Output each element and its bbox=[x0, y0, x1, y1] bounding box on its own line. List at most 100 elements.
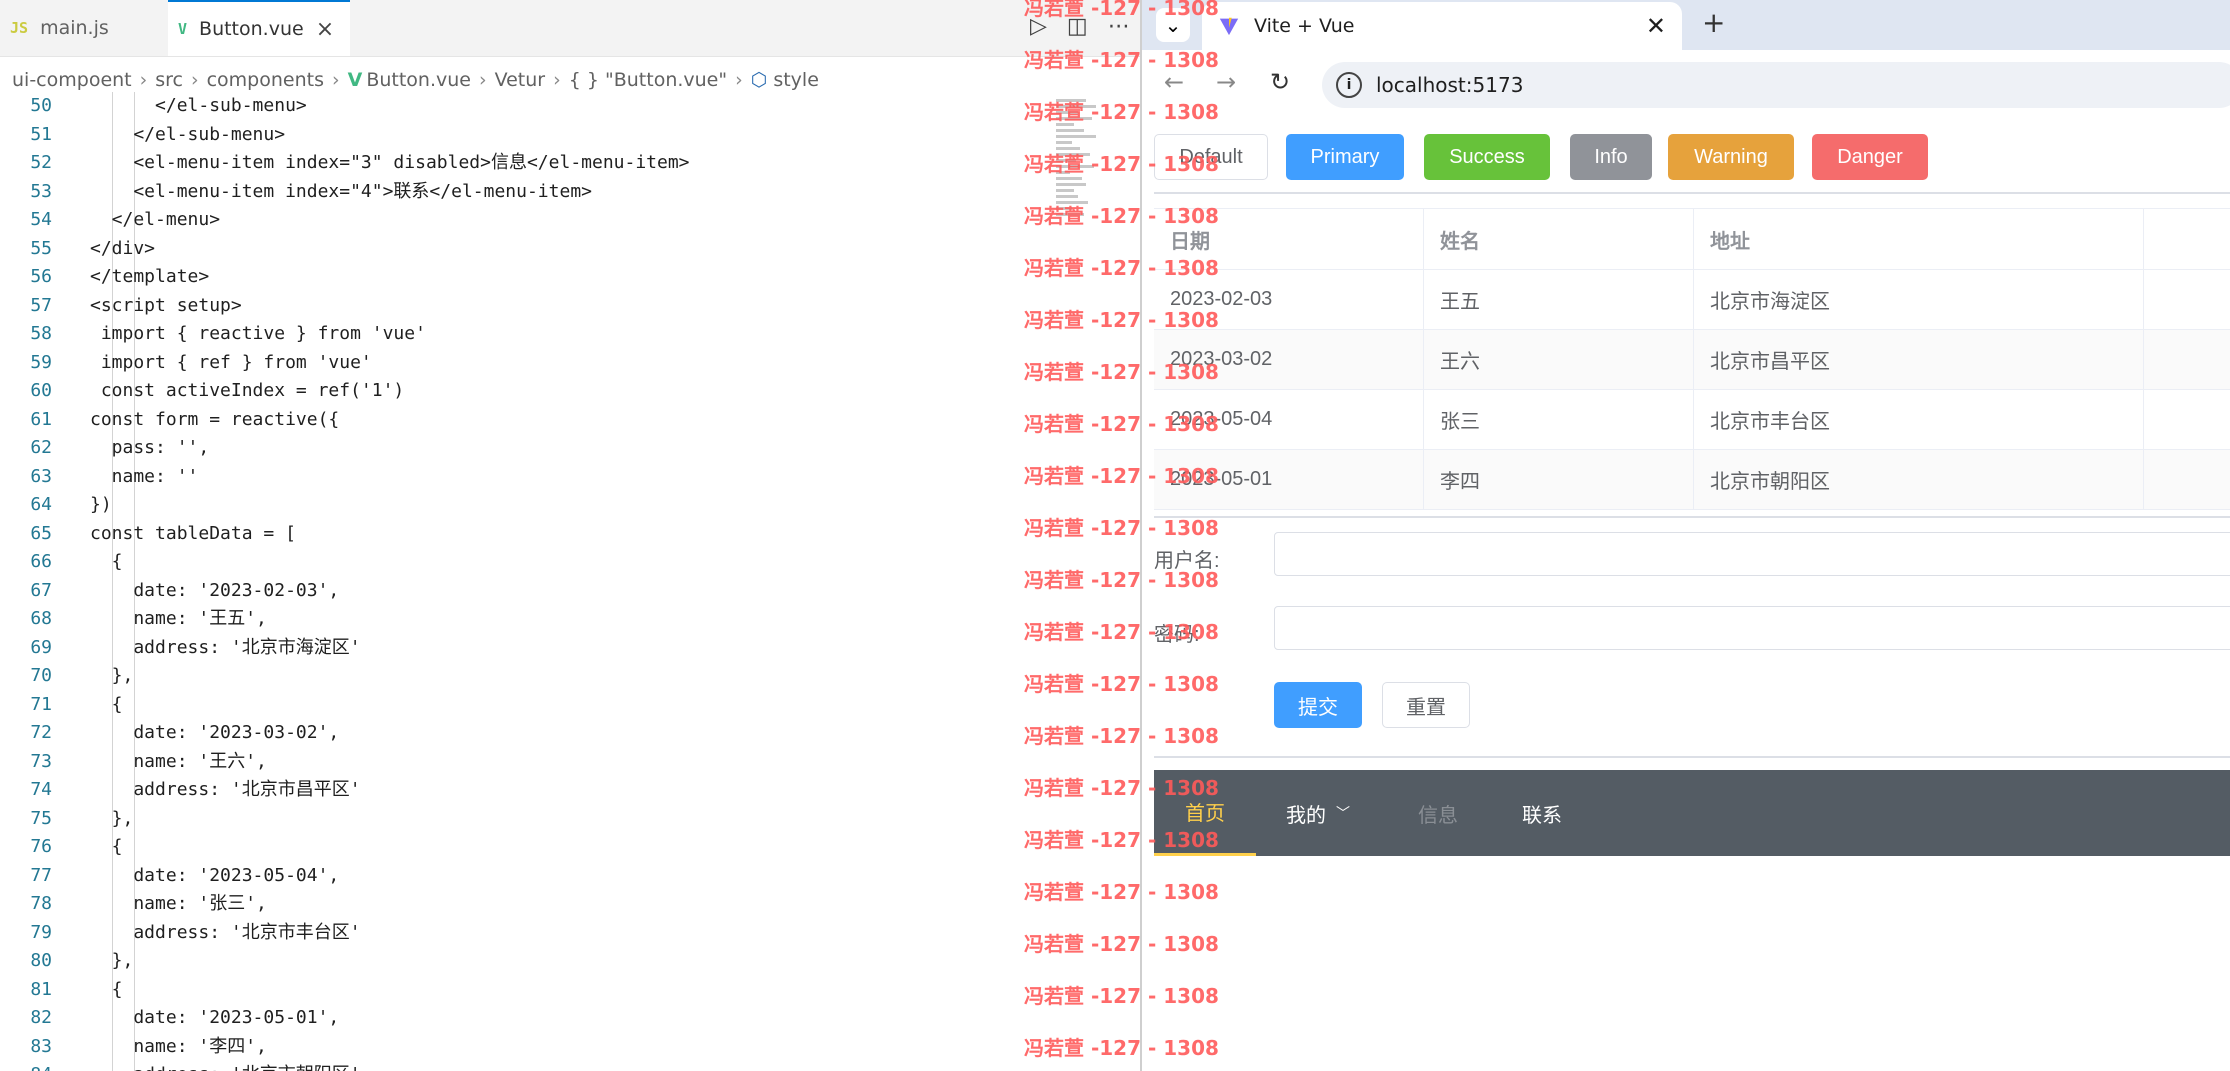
code-text: </el-sub-menu> bbox=[90, 123, 286, 145]
menu-item-contact[interactable]: 联系 bbox=[1522, 770, 1602, 856]
code-line[interactable]: 83 name: '李四', bbox=[0, 1033, 1140, 1062]
divider bbox=[1154, 192, 2230, 194]
new-tab-button[interactable]: + bbox=[1702, 6, 1725, 39]
forward-arrow-icon[interactable]: → bbox=[1216, 68, 1236, 96]
close-tab-icon[interactable]: ✕ bbox=[1646, 12, 1666, 40]
code-line[interactable]: 75 }, bbox=[0, 805, 1140, 834]
code-line[interactable]: 68 name: '王五', bbox=[0, 605, 1140, 634]
tab-button-vue[interactable]: V Button.vue × bbox=[168, 0, 350, 56]
close-tab-icon[interactable]: × bbox=[316, 17, 334, 42]
watermark-text: 冯若萱 -127 - 1308 bbox=[1024, 48, 1219, 72]
warning-button[interactable]: Warning bbox=[1668, 134, 1794, 180]
line-number: 83 bbox=[30, 1035, 52, 1057]
success-button[interactable]: Success bbox=[1424, 134, 1550, 180]
info-button[interactable]: Info bbox=[1570, 134, 1652, 180]
breadcrumb-item[interactable]: src bbox=[155, 69, 183, 91]
code-text: const tableData = [ bbox=[90, 522, 296, 544]
code-text: name: '' bbox=[90, 465, 199, 487]
reload-icon[interactable]: ↻ bbox=[1270, 68, 1290, 96]
code-line[interactable]: 53 <el-menu-item index="4">联系</el-menu-i… bbox=[0, 178, 1140, 207]
code-line[interactable]: 69 address: '北京市海淀区' bbox=[0, 634, 1140, 663]
line-number: 56 bbox=[30, 266, 52, 287]
code-line[interactable]: 79 address: '北京市丰台区' bbox=[0, 919, 1140, 948]
breadcrumb-item[interactable]: ui-compoent bbox=[12, 69, 132, 91]
code-line[interactable]: 56 </template> bbox=[0, 263, 1140, 292]
code-line[interactable]: 64}) bbox=[0, 491, 1140, 520]
code-lines[interactable]: 50 </el-sub-menu> 51 </el-sub-menu> 52 <el… bbox=[0, 92, 1140, 1071]
code-text: address: '北京市昌平区' bbox=[90, 779, 361, 800]
code-line[interactable]: 73 name: '王六', bbox=[0, 748, 1140, 777]
line-number: 81 bbox=[30, 978, 52, 1000]
code-text: name: '李四', bbox=[90, 1035, 267, 1057]
browser-tab-strip: ⌄ Vite + Vue ✕ + bbox=[1142, 0, 2230, 50]
breadcrumb-item[interactable]: { } "Button.vue" bbox=[569, 69, 727, 91]
code-text: date: '2023-05-04', bbox=[90, 864, 340, 886]
breadcrumb-item[interactable]: Vetur bbox=[495, 69, 546, 91]
table-cell: 王五 bbox=[1424, 270, 1694, 329]
code-line[interactable]: 84 address: '北京市朝阳区' bbox=[0, 1061, 1140, 1071]
table-row: 2023-05-01 李四 北京市朝阳区 bbox=[1154, 450, 2230, 510]
code-text: name: '王六', bbox=[90, 750, 267, 772]
code-text: </div> bbox=[90, 237, 156, 259]
code-line[interactable]: 52 <el-menu-item index="3" disabled>信息</… bbox=[0, 149, 1140, 178]
code-text: address: '北京市海淀区' bbox=[90, 636, 361, 658]
code-text: <el-menu-item index="4">联系</el-menu-item… bbox=[90, 180, 592, 202]
code-line[interactable]: 70 }, bbox=[0, 662, 1140, 691]
code-text: { bbox=[90, 551, 123, 572]
submit-button[interactable]: 提交 bbox=[1274, 682, 1362, 728]
password-input[interactable] bbox=[1274, 606, 2230, 650]
code-line[interactable]: 60 const activeIndex = ref('1') bbox=[0, 377, 1140, 406]
code-line[interactable]: 63 name: '' bbox=[0, 463, 1140, 492]
code-line[interactable]: 67 date: '2023-02-03', bbox=[0, 577, 1140, 606]
code-text: const form = reactive({ bbox=[90, 408, 340, 430]
code-line[interactable]: 81 { bbox=[0, 976, 1140, 1005]
code-line[interactable]: 55 </div> bbox=[0, 235, 1140, 264]
line-number: 68 bbox=[30, 608, 52, 629]
breadcrumb-item[interactable]: components bbox=[207, 69, 324, 91]
url-bar[interactable]: i localhost:5173 bbox=[1322, 62, 2230, 108]
breadcrumb-item[interactable]: Button.vue bbox=[366, 69, 471, 91]
code-line[interactable]: 50 </el-sub-menu> bbox=[0, 92, 1140, 121]
code-editor[interactable]: JS main.js V Button.vue × ▷ ◫ ⋯ ui-compo… bbox=[0, 0, 1140, 1071]
username-input[interactable] bbox=[1274, 532, 2230, 576]
table-cell: 北京市朝阳区 bbox=[1694, 450, 2144, 509]
breadcrumb-item[interactable]: style bbox=[773, 69, 819, 91]
watermark-text: 冯若萱 -127 - 1308 bbox=[1024, 932, 1219, 956]
line-number: 65 bbox=[30, 522, 52, 544]
code-line[interactable]: 57 <script setup> bbox=[0, 292, 1140, 321]
code-line[interactable]: 59 import { ref } from 'vue' bbox=[0, 349, 1140, 378]
code-line[interactable]: 76 { bbox=[0, 833, 1140, 862]
code-line[interactable]: 54 </el-menu> bbox=[0, 206, 1140, 235]
data-table: 日期 姓名 地址 2023-02-03 王五 北京市海淀区 2023-03-02… bbox=[1154, 208, 2230, 510]
browser-window: ⌄ Vite + Vue ✕ + ← → ↻ i localhost:5173 … bbox=[1140, 0, 2230, 1071]
line-number: 66 bbox=[30, 551, 52, 572]
menu-item-mine[interactable]: 我的 ﹀ bbox=[1286, 770, 1386, 856]
code-line[interactable]: 80 }, bbox=[0, 947, 1140, 976]
code-line[interactable]: 71 { bbox=[0, 691, 1140, 720]
browser-tab[interactable]: Vite + Vue ✕ bbox=[1202, 2, 1682, 50]
code-line[interactable]: 65 const tableData = [ bbox=[0, 520, 1140, 549]
code-line[interactable]: 51 </el-sub-menu> bbox=[0, 121, 1140, 150]
watermark-text: 冯若萱 -127 - 1308 bbox=[1024, 672, 1219, 696]
code-line[interactable]: 78 name: '张三', bbox=[0, 890, 1140, 919]
chevron-right-icon: › bbox=[735, 69, 743, 91]
site-info-icon[interactable]: i bbox=[1336, 72, 1362, 98]
code-line[interactable]: 66 { bbox=[0, 548, 1140, 577]
watermark-text: 冯若萱 -127 - 1308 bbox=[1024, 828, 1219, 852]
url-text[interactable]: localhost:5173 bbox=[1376, 73, 1523, 97]
table-row: 2023-05-04 张三 北京市丰台区 bbox=[1154, 390, 2230, 450]
reset-button[interactable]: 重置 bbox=[1382, 682, 1470, 728]
code-line[interactable]: 62 pass: '', bbox=[0, 434, 1140, 463]
code-line[interactable]: 74 address: '北京市昌平区' bbox=[0, 776, 1140, 805]
tab-main-js[interactable]: JS main.js bbox=[0, 0, 168, 56]
code-line[interactable]: 82 date: '2023-05-01', bbox=[0, 1004, 1140, 1033]
code-line[interactable]: 77 date: '2023-05-04', bbox=[0, 862, 1140, 891]
table-header-cell: 姓名 bbox=[1424, 209, 1694, 269]
danger-button[interactable]: Danger bbox=[1812, 134, 1928, 180]
line-number: 55 bbox=[30, 237, 52, 259]
table-row: 2023-03-02 王六 北京市昌平区 bbox=[1154, 330, 2230, 390]
code-line[interactable]: 72 date: '2023-03-02', bbox=[0, 719, 1140, 748]
code-line[interactable]: 61 const form = reactive({ bbox=[0, 406, 1140, 435]
primary-button[interactable]: Primary bbox=[1286, 134, 1404, 180]
code-line[interactable]: 58 import { reactive } from 'vue' bbox=[0, 320, 1140, 349]
